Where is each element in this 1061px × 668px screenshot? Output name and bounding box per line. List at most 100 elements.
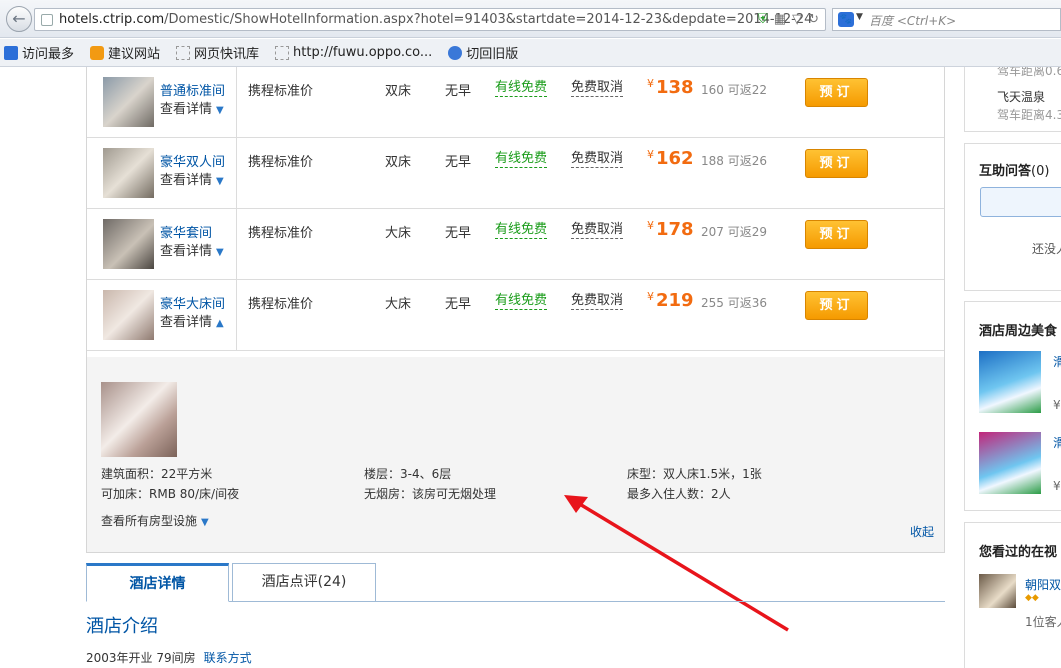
room-price: ¥219 — [647, 290, 694, 311]
room-table: 普通标准间 查看详情 ▼ 携程标准价 双床 无早 有线免费 免费取消 ¥138 1… — [86, 67, 945, 357]
room-name-cell: 豪华大床间 查看详情 ▲ — [87, 280, 237, 351]
bookmark-web-slices[interactable]: 网页快讯库 — [176, 43, 259, 62]
baidu-icon[interactable]: 🐾 — [838, 12, 854, 27]
breakfast: 无早 — [445, 155, 472, 170]
food-name-link[interactable]: 滑 — [1053, 434, 1061, 451]
tab-hotel-reviews[interactable]: 酒店点评(24) — [232, 563, 376, 602]
book-button[interactable]: 预订 — [805, 78, 868, 107]
network-info[interactable]: 有线免费 — [495, 151, 548, 168]
price-policy: 携程标准价 — [248, 226, 314, 241]
cancel-policy[interactable]: 免费取消 — [571, 80, 624, 97]
cancel-policy[interactable]: 免费取消 — [571, 151, 624, 168]
room-thumbnail[interactable] — [103, 290, 154, 340]
network-info[interactable]: 有线免费 — [495, 293, 548, 310]
diamond-rating-icon: ◆◆ — [1025, 593, 1039, 603]
book-button[interactable]: 预订 — [805, 291, 868, 320]
bed-type: 大床 — [385, 226, 412, 241]
room-name-cell: 普通标准间 查看详情 ▼ — [87, 67, 237, 138]
original-price-rebate: 160 可返22 — [701, 83, 767, 97]
food-image[interactable] — [979, 432, 1041, 494]
bookmark-oppo[interactable]: http://fuwu.oppo.co... — [275, 45, 432, 60]
room-row: 普通标准间 查看详情 ▼ 携程标准价 双床 无早 有线免费 免费取消 ¥138 1… — [87, 67, 944, 138]
room-area: 建筑面积：22平方米 — [101, 467, 213, 481]
contact-link[interactable]: 联系方式 — [204, 651, 252, 665]
back-button[interactable]: ← — [6, 6, 32, 32]
page-content: 普通标准间 查看详情 ▼ 携程标准价 双床 无早 有线免费 免费取消 ¥138 1… — [0, 67, 1061, 668]
dropdown-icon[interactable]: ▽ — [792, 12, 802, 27]
all-facilities-link[interactable]: 查看所有房型设施 ▼ — [101, 512, 209, 529]
caret-down-icon: ▼ — [216, 176, 224, 187]
original-price-rebate: 207 可返29 — [701, 225, 767, 239]
network-info[interactable]: 有线免费 — [495, 222, 548, 239]
page-icon — [41, 14, 53, 26]
price-policy: 携程标准价 — [248, 155, 314, 170]
nearby-food-box: 酒店周边美食 滑 ¥ 滑 ¥ — [964, 301, 1061, 511]
room-name-link[interactable]: 豪华大床间 — [160, 293, 225, 312]
view-details-link[interactable]: 查看详情 ▼ — [160, 98, 224, 117]
hide-details-link[interactable]: 查看详情 ▲ — [160, 311, 224, 330]
browser-toolbar: ← hotels.ctrip.com/Domestic/ShowHotelInf… — [0, 0, 1061, 38]
room-price: ¥138 — [647, 77, 694, 98]
price-policy: 携程标准价 — [248, 297, 314, 312]
address-bar[interactable]: hotels.ctrip.com/Domestic/ShowHotelInfor… — [34, 8, 826, 31]
bookmark-most-visited[interactable]: 访问最多 — [4, 43, 74, 62]
room-floor: 楼层：3-4、6层 — [364, 467, 452, 481]
bookmark-suggested-sites[interactable]: 建议网站 — [90, 43, 160, 62]
room-price: ¥178 — [647, 219, 694, 240]
price-policy: 携程标准价 — [248, 84, 314, 99]
qa-box: 互助问答(0) 还没人 — [964, 143, 1061, 291]
viewed-hotel-image[interactable] — [979, 574, 1016, 608]
viewed-guests: 1位客人 — [1025, 615, 1061, 629]
room-price: ¥162 — [647, 148, 694, 169]
caret-down-icon: ▼ — [216, 247, 224, 258]
food-image[interactable] — [979, 351, 1041, 413]
swirl-icon — [448, 45, 463, 60]
cancel-policy[interactable]: 免费取消 — [571, 222, 624, 239]
breakfast: 无早 — [445, 226, 472, 241]
book-button[interactable]: 预订 — [805, 149, 868, 178]
bed-type: 大床 — [385, 297, 412, 312]
room-name-link[interactable]: 豪华双人间 — [160, 151, 225, 170]
place-name[interactable]: 飞天温泉 — [997, 88, 1045, 105]
tab-hotel-details[interactable]: 酒店详情 — [86, 563, 229, 602]
bookmark-switch-old[interactable]: 切回旧版 — [448, 43, 518, 62]
food-title: 酒店周边美食 — [979, 324, 1058, 339]
room-photo[interactable] — [101, 382, 177, 457]
food-price: ¥ — [1053, 398, 1061, 412]
breakfast: 无早 — [445, 297, 472, 312]
book-button[interactable]: 预订 — [805, 220, 868, 249]
qa-empty-text: 还没人 — [1032, 242, 1061, 256]
qrcode-icon[interactable]: ▦ — [774, 12, 786, 27]
page-icon — [176, 45, 191, 60]
view-details-link[interactable]: 查看详情 ▼ — [160, 240, 224, 259]
hotel-tabs: 酒店详情 酒店点评(24) — [86, 563, 945, 602]
room-extra-bed: 可加床：RMB 80/床/间夜 — [101, 487, 240, 501]
view-details-link[interactable]: 查看详情 ▼ — [160, 169, 224, 188]
place-distance: 驾车距离0.6 — [997, 67, 1061, 78]
sidebar: 驾车距离0.6 飞天温泉 驾车距离4.3 互助问答(0) 还没人 酒店周边美食 … — [964, 67, 1061, 668]
room-thumbnail[interactable] — [103, 77, 154, 127]
food-name-link[interactable]: 滑 — [1053, 353, 1061, 370]
refresh-icon[interactable]: ↻ — [808, 12, 819, 27]
room-thumbnail[interactable] — [103, 219, 154, 269]
room-name-cell: 豪华双人间 查看详情 ▼ — [87, 138, 237, 209]
room-thumbnail[interactable] — [103, 148, 154, 198]
place-distance: 驾车距离4.3 — [997, 108, 1061, 122]
question-input[interactable] — [980, 187, 1061, 217]
qa-title: 互助问答(0) — [979, 164, 1050, 179]
room-bed-type: 床型：双人床1.5米，1张 — [627, 467, 762, 481]
room-name-link[interactable]: 豪华套间 — [160, 222, 212, 241]
section-title: 酒店介绍 — [86, 616, 158, 637]
shield-icon[interactable]: ⛨ — [758, 12, 768, 27]
network-info[interactable]: 有线免费 — [495, 80, 548, 97]
page-icon — [275, 45, 290, 60]
room-name-link[interactable]: 普通标准间 — [160, 80, 225, 99]
cancel-policy[interactable]: 免费取消 — [571, 293, 624, 310]
collapse-link[interactable]: 收起 — [910, 523, 934, 540]
room-detail-panel: 建筑面积：22平方米 楼层：3-4、6层 床型：双人床1.5米，1张 可加床：R… — [86, 357, 945, 553]
viewed-hotel-link[interactable]: 朝阳双 — [1025, 576, 1061, 593]
annotation-arrow-head — [564, 495, 588, 513]
bed-type: 双床 — [385, 155, 412, 170]
search-bar[interactable]: 🐾 ▼ 百度 <Ctrl+K> — [832, 8, 1061, 31]
search-engine-dropdown-icon[interactable]: ▼ — [856, 12, 863, 22]
